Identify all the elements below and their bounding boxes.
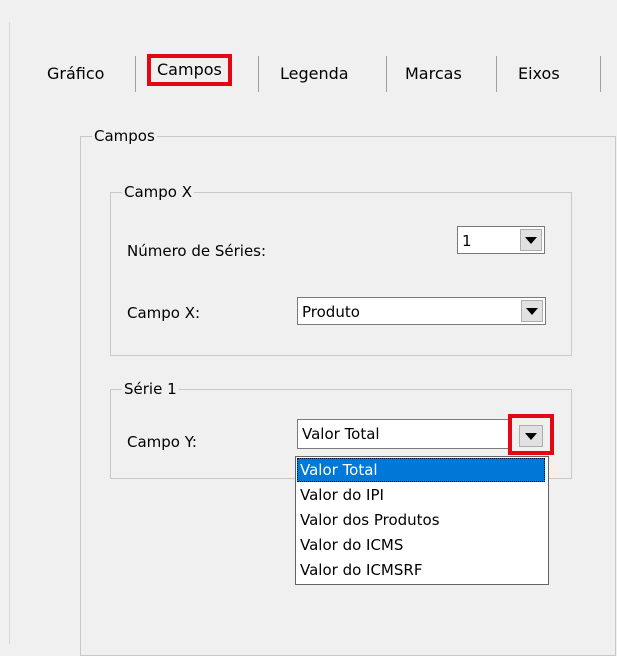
tab-legenda[interactable]: Legenda	[280, 64, 349, 84]
tab-campos[interactable]: Campos	[147, 54, 232, 86]
campo-y-dropdown-list: Valor Total Valor do IPI Valor dos Produ…	[295, 456, 549, 585]
num-series-value: 1	[462, 232, 472, 250]
tab-campos-label: Campos	[157, 60, 222, 79]
chevron-down-icon	[525, 236, 537, 244]
campo-x-label: Campo X:	[127, 304, 201, 322]
window-top-strip	[0, 0, 617, 22]
tab-eixos[interactable]: Eixos	[518, 64, 560, 84]
campos-group-title: Campos	[92, 127, 157, 145]
tab-separator	[258, 56, 259, 92]
window-left-border	[9, 22, 10, 644]
tab-separator	[135, 56, 136, 92]
dropdown-option[interactable]: Valor do IPI	[297, 483, 545, 507]
dropdown-option[interactable]: Valor do ICMS	[297, 533, 545, 557]
tab-marcas[interactable]: Marcas	[405, 64, 462, 84]
campo-y-dropdown-highlight[interactable]	[508, 414, 554, 455]
tab-separator	[386, 56, 387, 92]
chevron-down-icon	[526, 307, 538, 315]
campo-x-group	[110, 192, 572, 356]
num-series-dropdown-button[interactable]	[520, 229, 542, 251]
campo-y-value: Valor Total	[302, 425, 380, 443]
dropdown-option[interactable]: Valor do ICMSRF	[297, 558, 545, 582]
campo-y-dropdown-button[interactable]	[519, 425, 543, 447]
chevron-down-icon	[525, 432, 537, 440]
tab-separator	[496, 56, 497, 92]
dropdown-option[interactable]: Valor Total	[297, 458, 545, 482]
campo-x-value: Produto	[302, 303, 360, 321]
serie-1-group-title: Série 1	[122, 380, 179, 398]
dropdown-option[interactable]: Valor dos Produtos	[297, 508, 545, 532]
num-series-label: Número de Séries:	[127, 242, 267, 260]
num-series-select[interactable]: 1	[457, 226, 545, 254]
campo-x-select[interactable]: Produto	[297, 297, 546, 325]
campo-x-group-title: Campo X	[122, 183, 195, 201]
campo-y-label: Campo Y:	[127, 433, 197, 451]
campo-x-dropdown-button[interactable]	[521, 300, 543, 322]
tab-grafico[interactable]: Gráfico	[47, 64, 104, 84]
tab-separator	[600, 56, 601, 92]
